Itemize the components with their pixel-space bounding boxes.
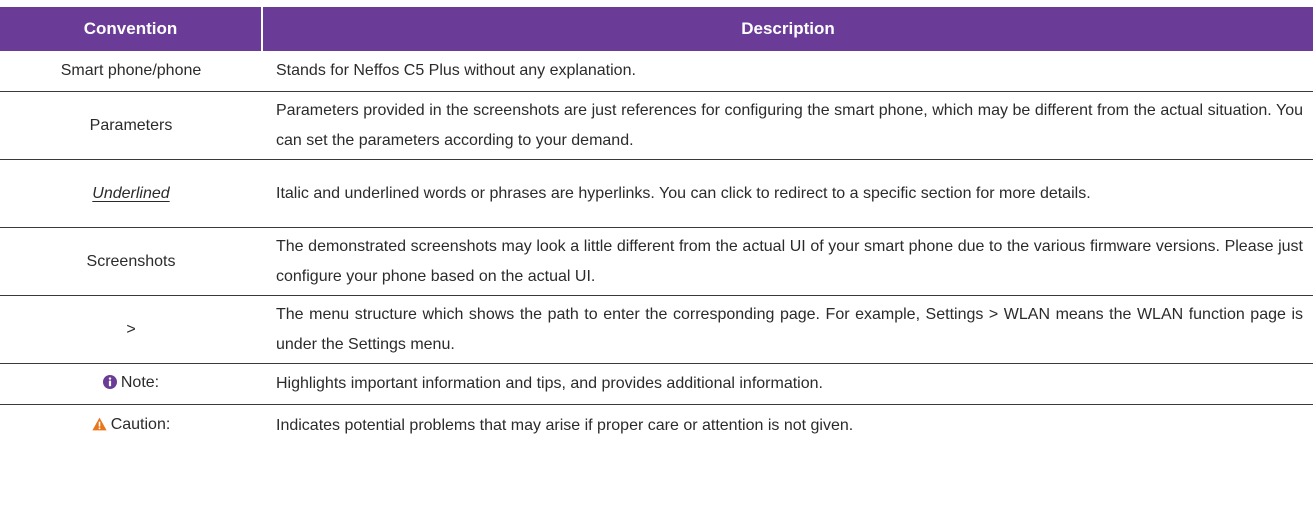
convention-cell: Note:: [0, 363, 262, 405]
table-row: Underlined Italic and underlined words o…: [0, 159, 1313, 228]
description-cell: Parameters provided in the screenshots a…: [262, 91, 1313, 160]
table-row: Screenshots The demonstrated screenshots…: [0, 227, 1313, 296]
table-header-row: Convention Description: [0, 7, 1313, 51]
conventions-table: Convention Description Smart phone/phone…: [0, 7, 1313, 447]
convention-cell: Underlined: [0, 159, 262, 228]
description-cell: Highlights important information and tip…: [262, 363, 1313, 405]
description-cell: The demonstrated screenshots may look a …: [262, 227, 1313, 296]
header-convention: Convention: [0, 7, 263, 51]
note-label: Note:: [120, 374, 160, 391]
convention-cell: Parameters: [0, 91, 262, 160]
convention-cell: Screenshots: [0, 227, 262, 296]
convention-cell: Caution:: [0, 405, 262, 448]
table-row: Caution: Indicates potential problems th…: [0, 405, 1313, 448]
header-description: Description: [262, 7, 1313, 51]
table-row: Parameters Parameters provided in the sc…: [0, 91, 1313, 160]
table-row: > The menu structure which shows the pat…: [0, 295, 1313, 364]
warning-icon: [92, 412, 107, 442]
description-cell: The menu structure which shows the path …: [262, 295, 1313, 364]
table-row: Note: Highlights important information a…: [0, 363, 1313, 405]
info-icon: [102, 370, 117, 400]
caution-label: Caution:: [110, 416, 171, 433]
description-cell: Stands for Neffos C5 Plus without any ex…: [262, 51, 1313, 92]
convention-cell: Smart phone/phone: [0, 51, 262, 92]
description-cell: Italic and underlined words or phrases a…: [262, 159, 1313, 228]
table-row: Smart phone/phone Stands for Neffos C5 P…: [0, 51, 1313, 92]
convention-cell: >: [0, 295, 262, 364]
underlined-example-link[interactable]: Underlined: [92, 185, 169, 202]
description-cell: Indicates potential problems that may ar…: [276, 417, 854, 434]
